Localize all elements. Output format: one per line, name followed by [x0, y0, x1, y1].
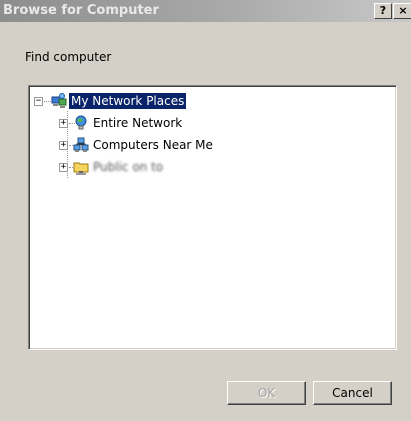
tree-item-entire-network[interactable]: Entire Network: [91, 115, 184, 131]
network-places-icon: [51, 93, 67, 109]
help-button[interactable]: ?: [374, 3, 392, 19]
tree-expand-toggle[interactable]: +: [59, 119, 68, 128]
globe-network-icon: [73, 115, 89, 131]
network-share-icon: [73, 159, 89, 175]
window-title: Browse for Computer: [3, 3, 159, 18]
computer-tree-view[interactable]: − My Network Places + Entire Network + C…: [28, 85, 397, 350]
dialog-prompt: Find computer: [25, 50, 112, 64]
close-button[interactable]: ×: [393, 3, 411, 19]
tree-expand-toggle[interactable]: +: [59, 163, 68, 172]
tree-expand-toggle[interactable]: +: [59, 141, 68, 150]
tree-connector: [44, 101, 51, 102]
cancel-button[interactable]: Cancel: [313, 381, 392, 405]
tree-item-my-network-places[interactable]: My Network Places: [69, 93, 187, 109]
tree-collapse-toggle[interactable]: −: [34, 97, 43, 106]
tree-item-computers-near-me[interactable]: Computers Near Me: [91, 137, 215, 153]
title-bar[interactable]: Browse for Computer ? ×: [0, 0, 411, 22]
ok-button[interactable]: OK: [227, 381, 306, 405]
computers-icon: [73, 137, 89, 153]
tree-item-network-share[interactable]: Public on to: [91, 159, 165, 175]
